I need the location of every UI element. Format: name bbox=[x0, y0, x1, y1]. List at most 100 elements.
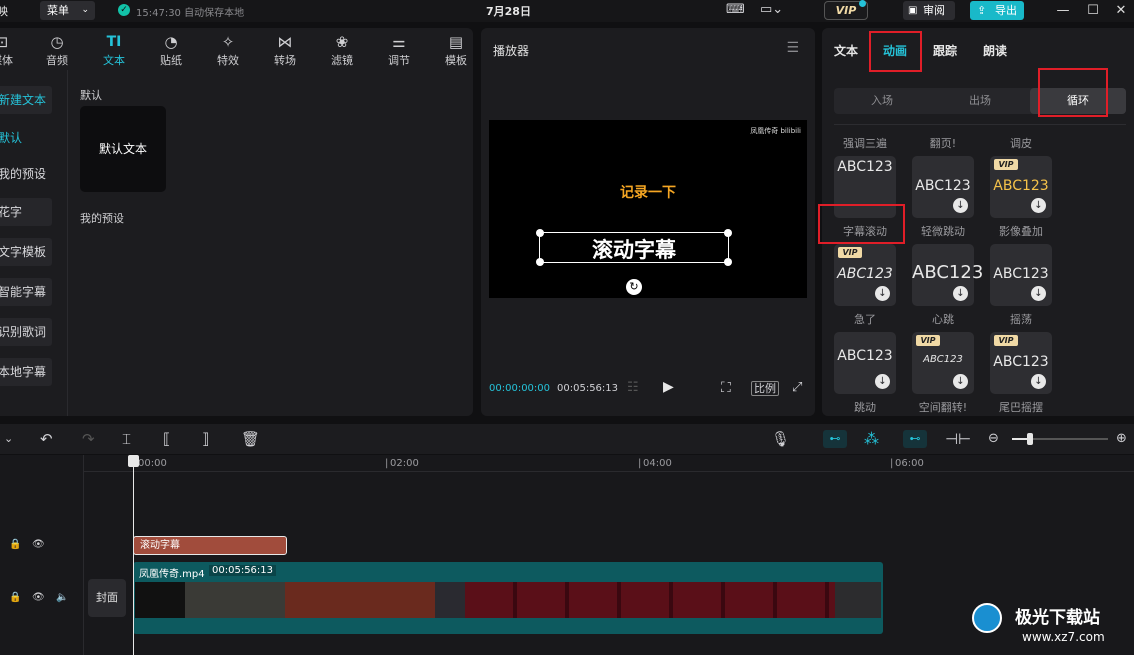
animation-card[interactable]: VIP ABC123 ↓ bbox=[834, 244, 896, 306]
audio-icon: ◷ bbox=[50, 33, 64, 51]
menu-button[interactable]: 菜单 ⌄ bbox=[40, 1, 95, 20]
rotate-icon[interactable]: ↻ bbox=[626, 279, 642, 295]
sidebar-item-local-captions[interactable]: 本地字幕 bbox=[0, 358, 52, 386]
microphone-icon[interactable]: 🎙 bbox=[771, 429, 790, 449]
tool-effect[interactable]: ✧ 特效 bbox=[208, 32, 248, 72]
adjust-icon: ⚌ bbox=[392, 33, 406, 51]
resize-handle[interactable] bbox=[536, 229, 544, 237]
download-icon[interactable]: ↓ bbox=[1031, 374, 1046, 389]
sidebar-item-new-text[interactable]: 新建文本 bbox=[0, 86, 52, 114]
play-icon[interactable]: ▶ bbox=[663, 379, 674, 395]
split-icon[interactable]: ⌶ bbox=[122, 429, 131, 449]
layout-icon[interactable]: ▭⌄ bbox=[760, 2, 783, 17]
subtitle-caption: 滚动字幕 bbox=[592, 238, 676, 262]
notification-dot bbox=[859, 0, 866, 7]
tool-media[interactable]: ⊡ 媒体 bbox=[0, 32, 22, 72]
delete-icon[interactable]: 🗑 bbox=[241, 429, 260, 449]
tool-text[interactable]: TI 文本 bbox=[94, 32, 134, 72]
download-icon[interactable]: ↓ bbox=[953, 286, 968, 301]
zoom-slider[interactable] bbox=[1012, 433, 1108, 445]
fullscreen-icon[interactable]: ⛶ bbox=[721, 380, 731, 396]
sidebar-item-fancy-text[interactable]: 花字 bbox=[0, 198, 52, 226]
tab-tracking[interactable]: 跟踪 bbox=[933, 42, 957, 59]
redo-icon[interactable]: ↷ bbox=[82, 429, 95, 449]
zoom-out-icon[interactable]: ⊖ bbox=[988, 429, 999, 449]
ratio-button[interactable]: 比例 bbox=[751, 381, 779, 396]
sidebar-item-auto-captions[interactable]: 智能字幕 bbox=[0, 278, 52, 306]
animation-card[interactable]: ABC123 ↓ bbox=[990, 244, 1052, 306]
ruler-tick: | bbox=[890, 458, 894, 469]
thumbnail bbox=[285, 582, 435, 618]
zoom-in-icon[interactable]: ⊕ bbox=[1116, 429, 1127, 449]
resize-handle[interactable] bbox=[724, 229, 732, 237]
download-icon[interactable]: ↓ bbox=[953, 374, 968, 389]
tool-filter[interactable]: ❀ 滤镜 bbox=[322, 32, 362, 72]
resize-handle[interactable] bbox=[724, 258, 732, 266]
download-icon[interactable]: ↓ bbox=[1031, 198, 1046, 213]
playhead-handle[interactable] bbox=[128, 455, 139, 467]
minimize-icon[interactable]: — bbox=[1054, 2, 1072, 20]
hamburger-icon[interactable]: ☰ bbox=[786, 40, 799, 56]
text-clip[interactable]: 滚动字幕 bbox=[133, 536, 287, 555]
cover-button[interactable]: 封面 bbox=[88, 579, 126, 617]
animation-card[interactable]: VIP ABC123 ↓ bbox=[990, 156, 1052, 218]
segment-in[interactable]: 入场 bbox=[834, 88, 930, 114]
animation-card[interactable]: VIP ABC123 ↓ bbox=[912, 332, 974, 394]
trim-left-icon[interactable]: ⟦ bbox=[163, 429, 170, 449]
tool-label: 音频 bbox=[46, 54, 68, 67]
tool-transition[interactable]: ⋈ 转场 bbox=[265, 32, 305, 72]
chevron-down-icon[interactable]: ⌄ bbox=[4, 429, 13, 449]
default-text-card[interactable]: 默认文本 bbox=[80, 106, 166, 192]
vip-tag: VIP bbox=[994, 335, 1018, 346]
subtitle-bounding-box[interactable]: 滚动字幕 bbox=[536, 229, 732, 266]
download-icon[interactable]: ↓ bbox=[875, 286, 890, 301]
sidebar-item-text-template[interactable]: 文字模板 bbox=[0, 238, 52, 266]
sidebar-item-default[interactable]: 默认 bbox=[0, 124, 52, 152]
trim-right-icon[interactable]: ⟧ bbox=[202, 429, 209, 449]
lock-icon[interactable]: 🔒 bbox=[9, 592, 21, 603]
segment-out[interactable]: 出场 bbox=[932, 88, 1028, 114]
lock-icon[interactable]: 🔒 bbox=[9, 539, 21, 550]
undo-icon[interactable]: ↶ bbox=[40, 429, 53, 449]
media-icon: ⊡ bbox=[0, 33, 9, 51]
link-icon[interactable]: ⁂ bbox=[864, 429, 879, 449]
download-icon[interactable]: ↓ bbox=[875, 374, 890, 389]
expand-icon[interactable]: ⤢ bbox=[792, 380, 802, 395]
animation-label: 翻页! bbox=[929, 137, 957, 150]
animation-card[interactable]: ABC123 ↓ bbox=[912, 156, 974, 218]
tab-read-aloud[interactable]: 朗读 bbox=[983, 42, 1007, 59]
preview-axis-icon[interactable]: ⊷ bbox=[903, 430, 927, 448]
animation-card[interactable]: ABC123 ↓ bbox=[834, 332, 896, 394]
download-icon[interactable]: ↓ bbox=[953, 198, 968, 213]
tool-sticker[interactable]: ◔ 贴纸 bbox=[151, 32, 191, 72]
animation-preview: ABC123 bbox=[837, 348, 893, 364]
animation-card[interactable]: ABC123 ↓ bbox=[912, 244, 983, 306]
maximize-icon[interactable]: ☐ bbox=[1084, 2, 1102, 20]
tool-adjust[interactable]: ⚌ 调节 bbox=[379, 32, 419, 72]
zoom-slider-handle[interactable] bbox=[1027, 433, 1033, 445]
sidebar-item-my-presets[interactable]: 我的预设 bbox=[0, 160, 52, 188]
player-panel: 播放器 ☰ 凤凰传奇 bilibili 记录一下 滚动字幕 ↻ 00:00:00… bbox=[481, 28, 815, 416]
grid-icon[interactable]: ☷ bbox=[627, 380, 639, 395]
eye-icon[interactable]: 👁 bbox=[32, 592, 45, 603]
download-icon[interactable]: ↓ bbox=[1031, 286, 1046, 301]
playhead[interactable] bbox=[128, 455, 139, 655]
split-audio-icon[interactable]: ⊣⊢ bbox=[945, 429, 971, 449]
sidebar-item-lyrics[interactable]: 识别歌词 bbox=[0, 318, 52, 346]
save-status: 15:47:30 自动保存本地 bbox=[136, 8, 245, 19]
tool-template[interactable]: ▤ 模板 bbox=[436, 32, 476, 72]
volume-icon[interactable]: 🔈 bbox=[56, 592, 68, 603]
tab-text[interactable]: 文本 bbox=[834, 42, 858, 59]
tool-audio[interactable]: ◷ 音频 bbox=[37, 32, 77, 72]
export-button[interactable]: ⇪ 导出 bbox=[970, 1, 1024, 20]
resize-handle[interactable] bbox=[536, 258, 544, 266]
keyboard-icon[interactable]: ⌨ bbox=[726, 2, 745, 17]
magnet-icon[interactable]: ⊷ bbox=[823, 430, 847, 448]
preview-screen[interactable]: 凤凰传奇 bilibili 记录一下 滚动字幕 ↻ bbox=[489, 120, 807, 298]
eye-icon[interactable]: 👁 bbox=[32, 539, 45, 550]
video-clip[interactable]: 凤凰传奇.mp4 00:05:56:13 bbox=[133, 562, 883, 634]
animation-label: 影像叠加 bbox=[999, 225, 1043, 238]
animation-card[interactable]: VIP ABC123 ↓ bbox=[990, 332, 1052, 394]
review-button[interactable]: ▣ 审阅 bbox=[903, 1, 955, 20]
close-icon[interactable]: ✕ bbox=[1112, 2, 1130, 20]
